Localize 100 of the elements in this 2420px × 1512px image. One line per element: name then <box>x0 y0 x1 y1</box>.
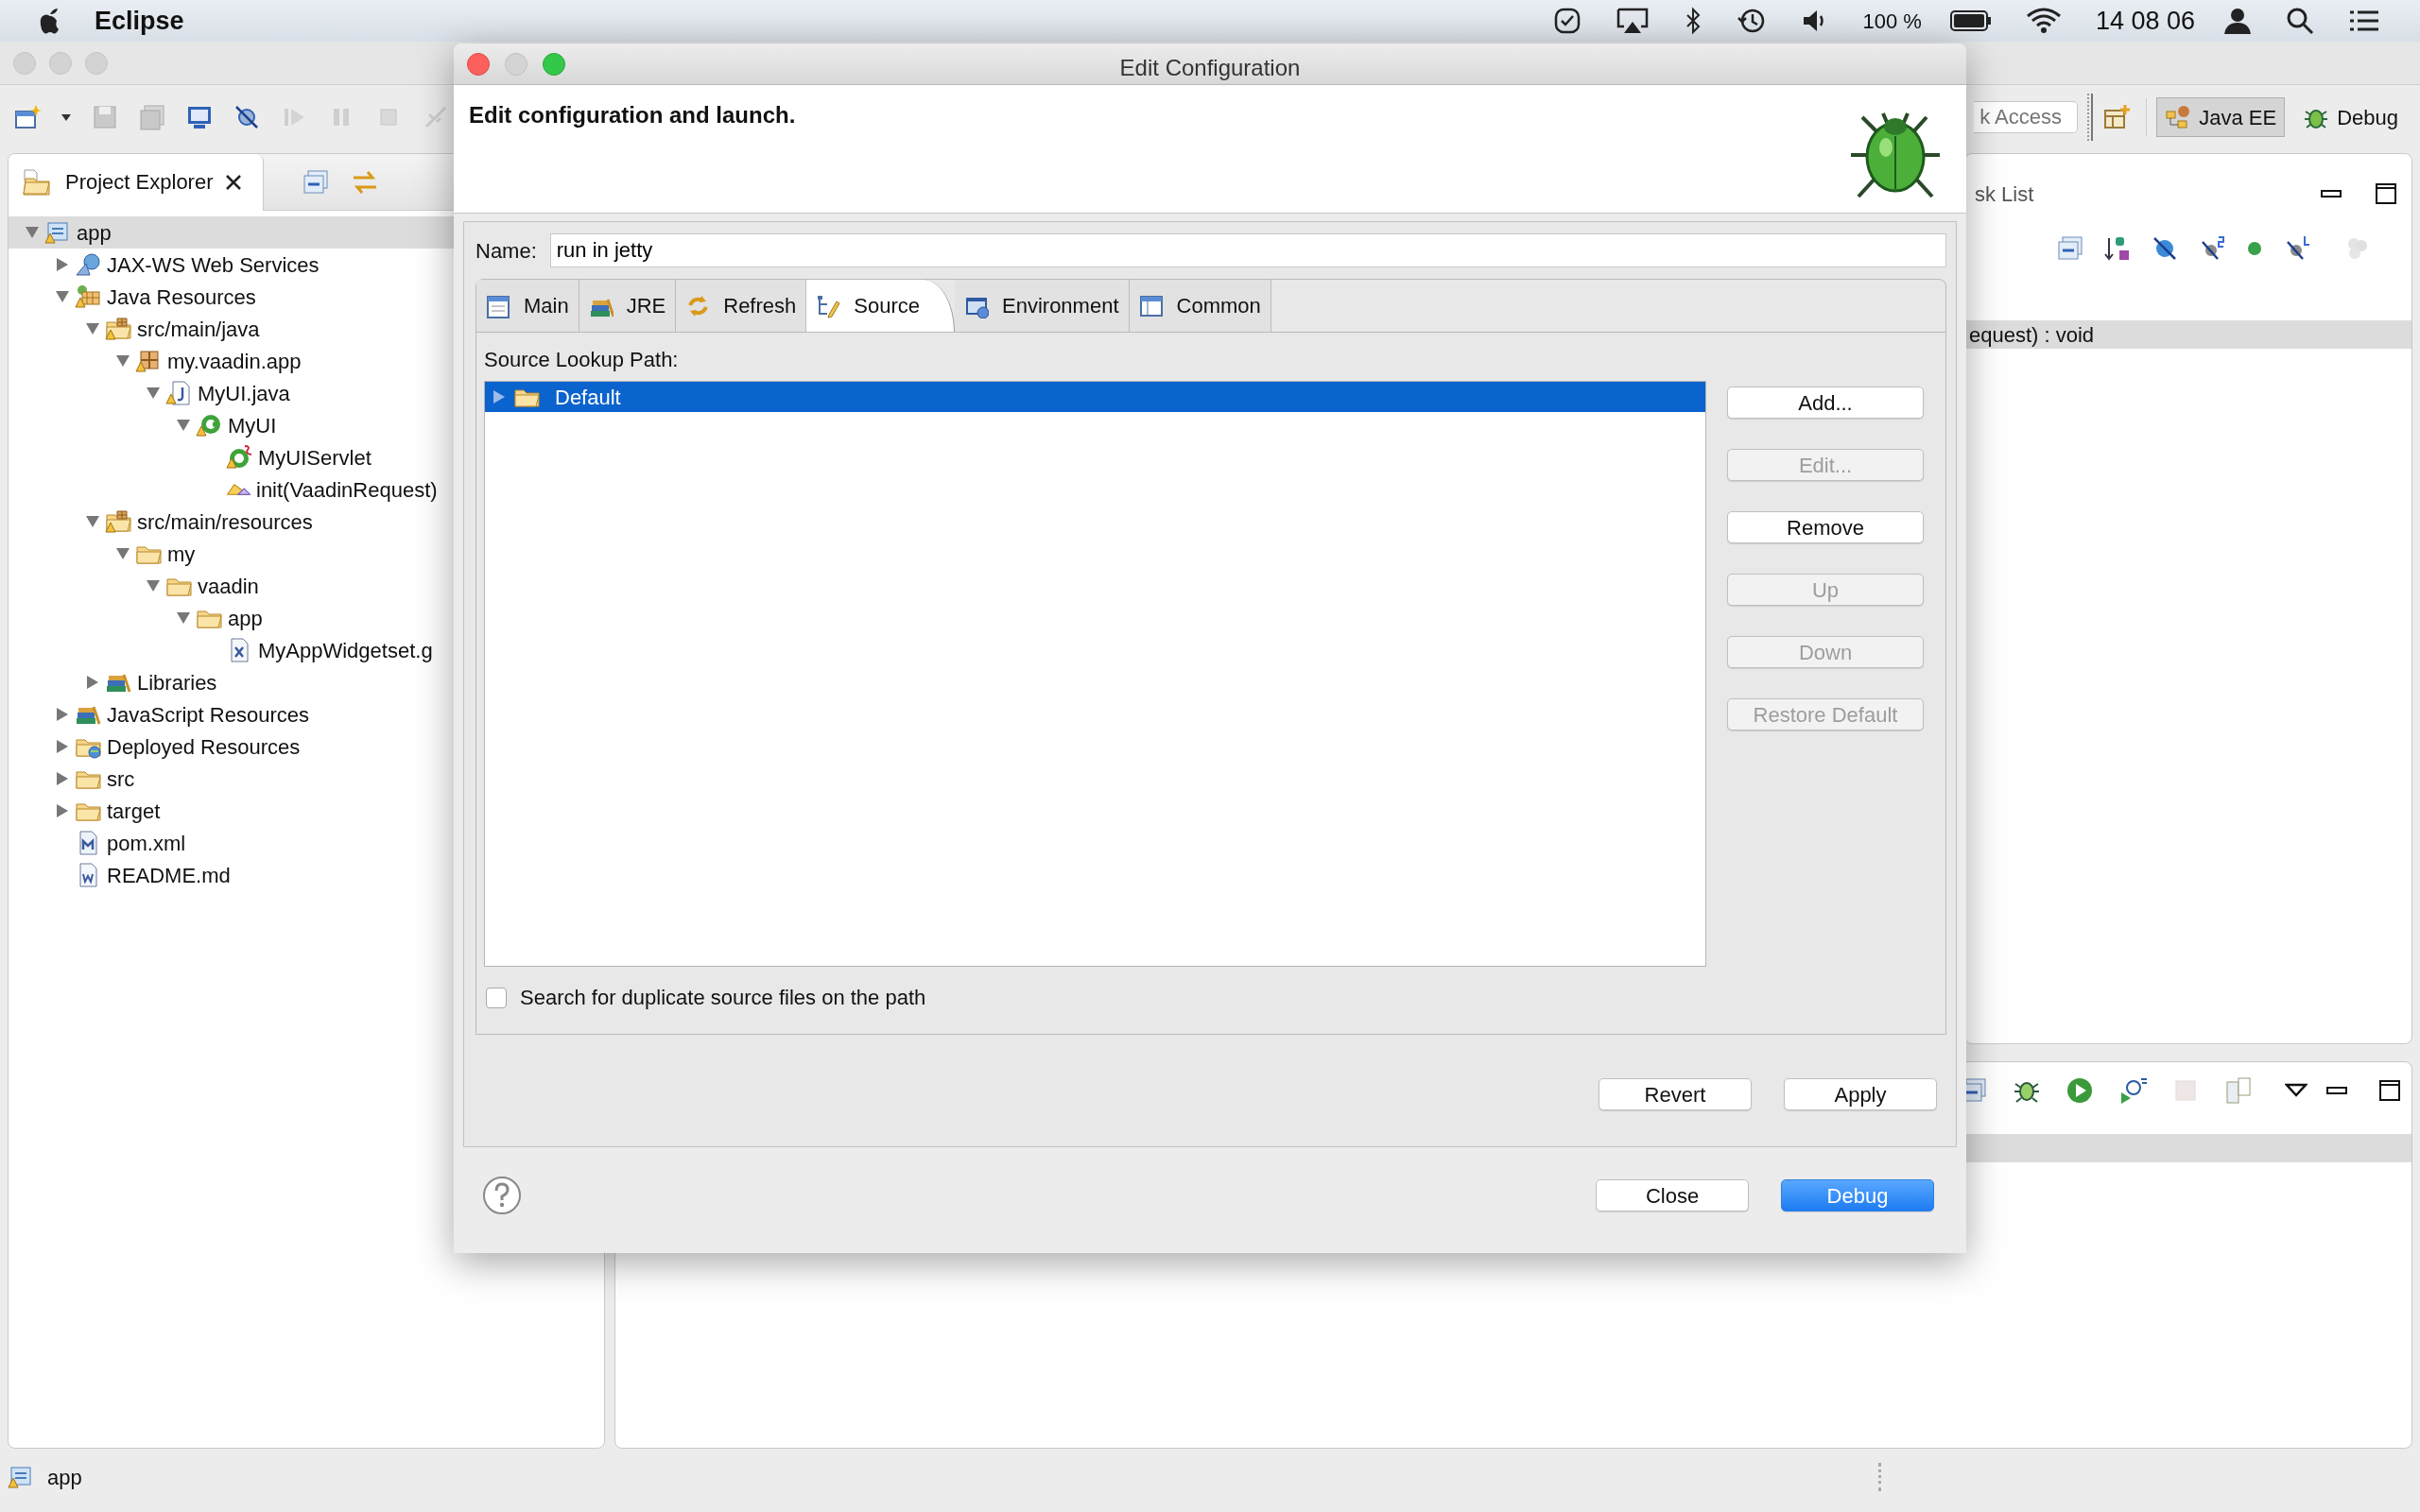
expand-arrow-icon[interactable] <box>86 675 99 690</box>
source-folder-icon <box>105 316 131 342</box>
tree-row[interactable]: init(VaadinRequest) <box>9 473 604 506</box>
tree-row[interactable]: my <box>9 538 604 570</box>
collapse-arrow-icon[interactable] <box>146 579 161 593</box>
checkbox[interactable] <box>486 987 507 1008</box>
method-icon <box>226 483 251 496</box>
clock[interactable]: 14 08 06 <box>2095 1 2195 41</box>
tree-row[interactable]: Libraries <box>9 666 604 698</box>
collapse-all-icon <box>2056 234 2084 263</box>
tree-row[interactable]: JavaScript Resources <box>9 698 604 730</box>
collapse-arrow-icon[interactable] <box>176 419 191 432</box>
tab[interactable]: JRE <box>579 280 677 332</box>
checkbox-label: Search for duplicate source files on the path <box>520 985 926 1011</box>
expand-arrow-icon[interactable] <box>56 257 69 272</box>
tree-row[interactable]: src <box>9 763 604 795</box>
collapse-arrow-icon[interactable] <box>176 611 191 625</box>
dialog-heading: Edit configuration and launch. <box>469 101 796 129</box>
collapse-arrow-icon[interactable] <box>25 226 40 239</box>
tree-item-label: README.md <box>107 862 231 889</box>
tree-item-label: target <box>107 798 161 825</box>
status-text: app <box>47 1464 82 1491</box>
dialog-button[interactable]: Revert <box>1599 1078 1752 1110</box>
tree-row[interactable]: pom.xml <box>9 827 604 859</box>
side-button[interactable]: Add... <box>1727 387 1924 419</box>
view-menu-icon <box>2285 1083 2308 1098</box>
tree-item-label: my <box>167 541 196 568</box>
tree-item-label: JAX-WS Web Services <box>107 251 320 279</box>
project-icon <box>44 219 71 246</box>
side-button[interactable]: Remove <box>1727 511 1924 543</box>
java-file-icon <box>165 380 192 406</box>
source-folder-icon <box>105 508 131 535</box>
search-icon <box>2286 7 2314 35</box>
app-name[interactable]: Eclipse <box>95 1 184 41</box>
collapse-arrow-icon[interactable] <box>85 515 100 528</box>
collapse-arrow-icon[interactable] <box>115 547 130 560</box>
tree-row[interactable]: MyUIServlet <box>9 441 604 473</box>
list-item[interactable]: Default <box>485 382 1705 412</box>
tab[interactable]: Refresh <box>676 280 807 332</box>
expand-arrow-icon[interactable] <box>56 803 69 818</box>
save-all-icon <box>138 103 166 131</box>
battery-percentage: 100 % <box>1862 8 1922 35</box>
user-icon <box>2223 7 2252 35</box>
quick-access-field[interactable]: k Access <box>1974 101 2079 133</box>
tree-item-label: pom.xml <box>107 830 186 857</box>
view-tab-title[interactable]: sk List <box>1975 178 2034 210</box>
collapse-arrow-icon[interactable] <box>55 290 70 303</box>
expand-arrow-icon[interactable] <box>56 707 69 722</box>
library-icon <box>75 284 101 310</box>
tree-item-label: app <box>77 219 112 247</box>
tree-row[interactable]: MyUI <box>9 409 604 441</box>
window-icon <box>1138 293 1164 318</box>
class-icon <box>196 412 222 438</box>
tree-item-label: src <box>107 765 135 793</box>
folders-icon <box>22 167 50 197</box>
perspective-button[interactable]: Java EE <box>2156 97 2286 137</box>
expand-arrow-icon[interactable] <box>56 771 69 786</box>
tree-row[interactable]: target <box>9 795 604 827</box>
close-button[interactable] <box>467 52 490 76</box>
help-icon[interactable] <box>482 1176 522 1215</box>
tree-item-label: src/main/resources <box>137 508 313 536</box>
tab[interactable]: Main <box>476 280 579 332</box>
caret-icon <box>60 112 72 122</box>
sort-icon <box>2103 234 2132 263</box>
time-machine-icon <box>1736 7 1767 35</box>
tree-row[interactable]: vaadin <box>9 570 604 602</box>
wifi-icon <box>2025 7 2062 35</box>
dialog-button[interactable]: Apply <box>1784 1078 1937 1110</box>
tree-row[interactable]: app <box>9 602 604 634</box>
tab[interactable]: Source <box>806 280 955 332</box>
tree-row[interactable]: src/main/resources <box>9 506 604 538</box>
tree-row[interactable]: MyAppWidgetset.g <box>9 634 604 666</box>
collapse-arrow-icon[interactable] <box>85 322 100 335</box>
maximize-icon <box>2376 183 2396 204</box>
name-field[interactable]: run in jetty <box>549 233 1946 267</box>
collapse-arrow-icon[interactable] <box>146 387 161 400</box>
package-icon <box>135 348 162 374</box>
collapse-arrow-icon[interactable] <box>115 354 130 368</box>
run-icon <box>2066 1076 2094 1105</box>
tree-row[interactable]: Deployed Resources <box>9 730 604 763</box>
tab[interactable]: Common <box>1129 280 1271 332</box>
tree-row[interactable]: README.md <box>9 859 604 891</box>
dot-icon <box>2245 239 2264 258</box>
zoom-button[interactable] <box>543 52 565 76</box>
save-icon <box>91 103 119 131</box>
form-icon <box>486 293 510 318</box>
source-tree-icon <box>816 293 841 318</box>
tree-item-label: src/main/java <box>137 316 260 343</box>
dialog-button[interactable]: Close <box>1596 1179 1749 1211</box>
perspective-button[interactable]: Debug <box>2294 97 2407 137</box>
maximize-icon <box>2379 1080 2400 1101</box>
new-icon <box>13 103 42 131</box>
expand-arrow-icon[interactable] <box>56 739 69 754</box>
tab[interactable]: Environment <box>955 280 1130 332</box>
view-tab[interactable]: Project Explorer <box>9 154 264 211</box>
expand-arrow-icon[interactable] <box>493 389 506 404</box>
profile-icon <box>2118 1076 2147 1105</box>
tree-item-label: Deployed Resources <box>107 733 301 761</box>
collapse-all-icon <box>301 167 330 197</box>
tree-item-label: JavaScript Resources <box>107 701 309 729</box>
